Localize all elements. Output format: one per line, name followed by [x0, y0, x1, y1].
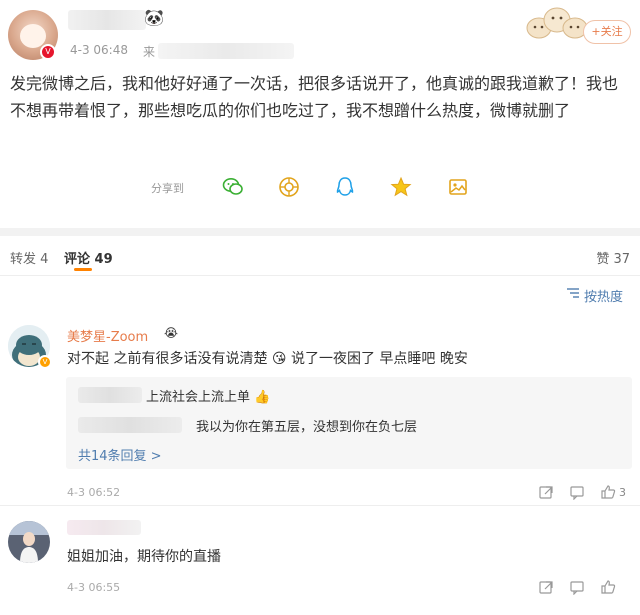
picture-icon[interactable] — [447, 176, 469, 198]
reply-text: 上流社会上流上单 👍 — [146, 390, 271, 405]
comment-divider — [0, 505, 640, 506]
share-icon[interactable] — [538, 484, 554, 500]
weibo-post: V 🐼 4-3 06:48 来 +关注 发完微博之后，我和他好好通了一次话，把很… — [0, 0, 640, 228]
reply-preview-box[interactable]: 上流社会上流上单 👍 我以为你在第五层，没想到你在负七层 共14条回复 > — [66, 377, 632, 469]
post-source-redacted — [158, 43, 294, 59]
post-timestamp: 4-3 06:48 — [70, 43, 128, 57]
person-avatar-icon — [8, 521, 50, 563]
tab-comments[interactable]: 评论 49 — [64, 248, 113, 267]
reply-text: 我以为你在第五层，没想到你在负七层 — [196, 420, 418, 435]
tab-repost[interactable]: 转发 4 — [10, 248, 48, 267]
post-source-prefix: 来 — [143, 45, 156, 59]
comment-text: 姐姐加油，期待你的直播 — [67, 549, 221, 565]
like-icon[interactable] — [600, 579, 616, 595]
active-tab-indicator — [74, 268, 92, 271]
reply-author-redacted — [78, 387, 142, 403]
qq-icon[interactable] — [334, 176, 356, 198]
sort-by-hot-button[interactable]: 按热度 — [584, 286, 623, 305]
commenter-name-redacted[interactable] — [67, 520, 141, 535]
name-emoji: 😭 — [164, 326, 179, 340]
view-all-replies-link[interactable]: 共14条回复 > — [78, 445, 162, 464]
verified-badge-icon: V — [40, 44, 56, 60]
section-separator — [0, 228, 640, 236]
author-name-redacted[interactable] — [68, 10, 146, 30]
qzone-icon[interactable] — [390, 176, 412, 198]
comment-text: 对不起 之前有很多话没有说清楚 😘 说了一夜困了 早点睡吧 晚安 — [67, 351, 468, 367]
like-count: 3 — [619, 486, 626, 499]
member-badge-icon: V — [38, 355, 52, 369]
reply-icon[interactable] — [569, 484, 585, 500]
comment-tabs: 转发 4 评论 49 赞 37 — [0, 236, 640, 276]
commenter-avatar[interactable] — [8, 521, 50, 563]
wechat-icon[interactable] — [222, 176, 244, 198]
comment-timestamp: 4-3 06:55 — [67, 581, 121, 594]
moments-icon[interactable] — [278, 176, 300, 198]
decorative-badge-icon — [526, 7, 588, 39]
follow-button[interactable]: +关注 — [583, 20, 631, 44]
like-icon[interactable] — [600, 484, 616, 500]
sort-bar: 按热度 — [0, 277, 640, 311]
sort-icon[interactable] — [566, 287, 580, 299]
author-name-emoji: 🐼 — [144, 8, 164, 27]
reply-icon[interactable] — [569, 579, 585, 595]
tab-likes[interactable]: 赞 37 — [596, 248, 630, 267]
reply-author-redacted — [78, 417, 182, 433]
post-body-text: 发完微博之后，我和他好好通了一次话，把很多话说开了，他真诚的跟我道歉了！我也不想… — [10, 74, 619, 120]
comment-timestamp: 4-3 06:52 — [67, 486, 121, 499]
share-icon[interactable] — [538, 579, 554, 595]
share-label: 分享到 — [151, 182, 184, 195]
commenter-name[interactable]: 美梦星-Zoom — [67, 326, 148, 345]
